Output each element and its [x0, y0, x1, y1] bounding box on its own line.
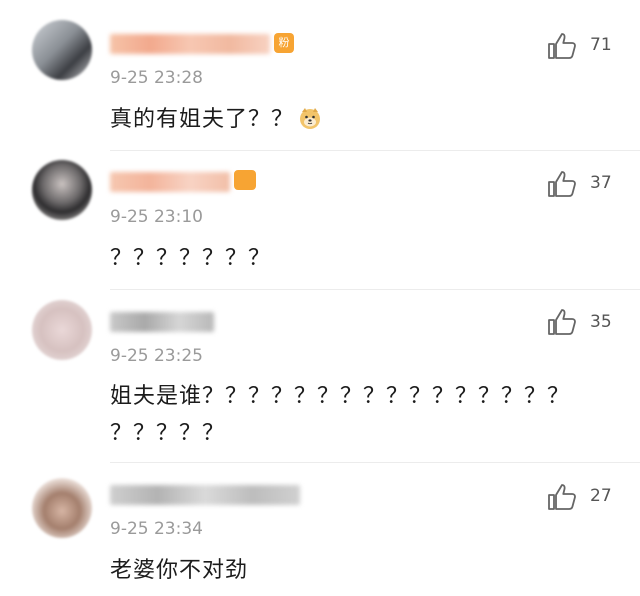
comment-item: 9-25 23:10 ？？？？？？？ 37: [0, 150, 640, 290]
avatar[interactable]: [32, 300, 92, 360]
avatar[interactable]: [32, 20, 92, 80]
avatar[interactable]: [32, 160, 92, 220]
username-blurred[interactable]: [110, 485, 300, 505]
like-count: 71: [590, 35, 612, 55]
username-blurred[interactable]: [110, 312, 214, 332]
username-blurred[interactable]: [110, 172, 230, 192]
comment-text: 真的有姐夫了？？: [110, 101, 610, 138]
comment-item: 粉 9-25 23:28 真的有姐夫了？？ 71: [0, 0, 640, 150]
thumbs-up-icon[interactable]: [547, 483, 577, 511]
like-count: 27: [590, 486, 612, 506]
badge-icon: [234, 170, 256, 190]
avatar[interactable]: [32, 478, 92, 538]
like-count: 37: [590, 173, 612, 193]
comment-timestamp: 9-25 23:25: [110, 346, 203, 366]
username-blurred[interactable]: [110, 34, 270, 54]
thumbs-up-icon[interactable]: [547, 308, 577, 336]
comment-text-line: 姐夫是谁？？？？？？？？？？？？？？？？: [110, 384, 571, 409]
comment-timestamp: 9-25 23:34: [110, 519, 203, 539]
comment-text-content: 真的有姐夫了？？: [110, 107, 295, 132]
comment-text-line: ？？？？？: [110, 421, 226, 446]
comment-text: ？？？？？？？: [110, 246, 272, 271]
comment-item: 9-25 23:25 姐夫是谁？？？？？？？？？？？？？？？？ ？？？？？ 35: [0, 290, 640, 462]
thumbs-up-icon[interactable]: [547, 32, 577, 60]
comment-feed: 粉 9-25 23:28 真的有姐夫了？？ 71 9-25 23:10 ？？？？…: [0, 0, 640, 596]
comment-text: 姐夫是谁？？？？？？？？？？？？？？？？ ？？？？？: [110, 378, 610, 452]
comment-item: 9-25 23:34 老婆你不对劲 27: [0, 463, 640, 596]
fan-badge: 粉: [274, 33, 294, 53]
like-count: 35: [590, 312, 612, 332]
comment-timestamp: 9-25 23:10: [110, 207, 203, 227]
doge-emoji: [300, 108, 321, 129]
comment-timestamp: 9-25 23:28: [110, 68, 203, 88]
comment-text: 老婆你不对劲: [110, 558, 249, 583]
thumbs-up-icon[interactable]: [547, 170, 577, 198]
